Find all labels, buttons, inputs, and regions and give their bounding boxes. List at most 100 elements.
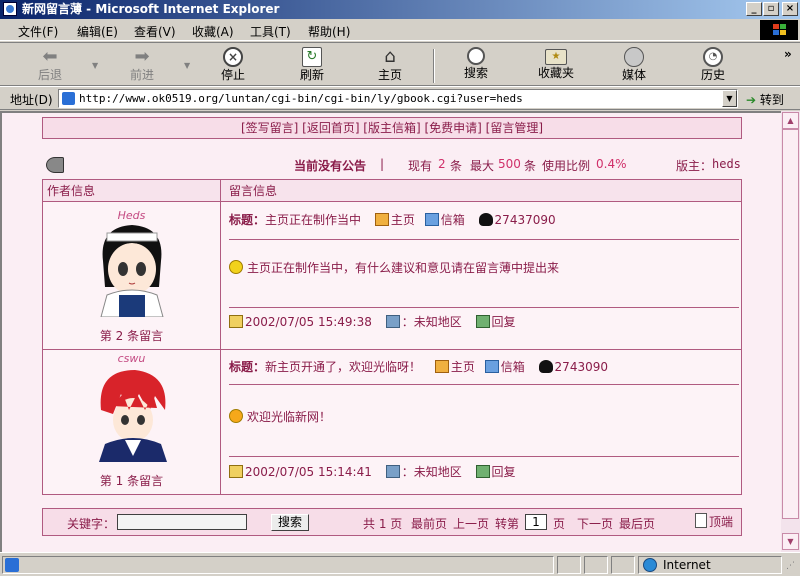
menu-bar: 文件(F) 编辑(E) 查看(V) 收藏(A) 工具(T) 帮助(H) — [0, 19, 800, 41]
next-page-link[interactable]: 下一页 — [577, 515, 613, 532]
stats-count: 2 — [438, 157, 446, 171]
back-dropdown-icon[interactable]: ▼ — [92, 61, 98, 70]
menu-view[interactable]: 查看(V) — [134, 23, 176, 40]
search-icon — [467, 47, 485, 65]
window-title: 新网留言薄 - Microsoft Internet Explorer — [22, 2, 280, 16]
guestbook-table: 作者信息 留言信息 Heds 第 2 条留言 标题：主页正在制作当中 主页 信箱… — [42, 179, 742, 495]
qq-link[interactable]: 27437090 — [478, 213, 556, 227]
body-divider — [229, 307, 739, 308]
header-author: 作者信息 — [47, 184, 96, 198]
post-location: ：未知地区 — [401, 315, 462, 329]
menu-favorites[interactable]: 收藏(A) — [192, 23, 234, 40]
first-page-link[interactable]: 最前页 — [411, 515, 447, 532]
goto-label: 转第 — [495, 517, 520, 531]
mail-icon — [424, 213, 439, 226]
status-cell — [611, 556, 635, 574]
admin-name[interactable]: heds — [712, 157, 741, 171]
zone-panel: Internet — [638, 556, 782, 574]
post-time-icon — [229, 315, 243, 328]
go-button[interactable]: ➔ 转到 — [746, 91, 784, 108]
qq-link[interactable]: 2743090 — [538, 360, 608, 374]
toolbar-separator — [433, 49, 435, 83]
favorites-button[interactable]: ★ 收藏夹 — [526, 47, 586, 85]
computer-icon — [385, 465, 400, 478]
address-url: http://www.ok0519.org/luntan/cgi-bin/cgi… — [79, 92, 523, 105]
history-button[interactable]: ◔ 历史 — [683, 47, 743, 85]
mail-icon — [484, 360, 499, 373]
resize-grip-icon[interactable]: ⋰ — [786, 561, 795, 571]
keyword-input[interactable] — [117, 514, 247, 530]
maximize-button[interactable]: ▫ — [763, 2, 779, 16]
address-label: 地址(D) — [10, 93, 53, 107]
home-button[interactable]: ⌂ 主页 — [360, 47, 420, 85]
minimize-button[interactable]: _ — [746, 2, 762, 16]
search-button[interactable]: 搜索 — [446, 47, 506, 85]
entry-number: 第 2 条留言 — [99, 329, 164, 343]
scroll-thumb[interactable] — [782, 129, 799, 519]
status-main — [2, 556, 554, 574]
post-time: 2002/07/05 15:14:41 — [245, 465, 372, 479]
smile-icon — [229, 260, 243, 274]
refresh-button[interactable]: ↻ 刷新 — [282, 47, 342, 85]
qq-penguin-icon — [478, 213, 493, 226]
media-icon — [624, 47, 644, 67]
favorites-icon: ★ — [545, 49, 567, 65]
status-cell — [584, 556, 608, 574]
media-button[interactable]: 媒体 — [604, 47, 664, 85]
forward-dropdown-icon[interactable]: ▼ — [184, 61, 190, 70]
back-button[interactable]: ⬅ 后退 — [20, 47, 80, 85]
title-label: 标题： — [229, 360, 266, 374]
keyword-label: 关键字： — [67, 517, 116, 531]
menu-file[interactable]: 文件(F) — [18, 23, 58, 40]
mail-link[interactable]: 信箱 — [424, 213, 465, 227]
stats-unit1: 条 — [450, 159, 463, 173]
mail-link[interactable]: 信箱 — [484, 360, 525, 374]
admin-label: 版主： — [676, 159, 713, 173]
table-row: Heds 第 2 条留言 标题：主页正在制作当中 主页 信箱 27437090 — [43, 203, 741, 349]
toolbar: ⬅ 后退 ▼ ➡ 前进 ▼ × 停止 ↻ 刷新 ⌂ 主页 搜索 ★ 收藏夹 媒体… — [0, 42, 800, 86]
address-dropdown-icon[interactable]: ▼ — [722, 90, 737, 107]
ie-icon — [3, 2, 17, 16]
stop-button[interactable]: × 停止 — [203, 47, 263, 85]
prev-page-link[interactable]: 上一页 — [453, 515, 489, 532]
body-divider — [229, 456, 739, 457]
search-submit-button[interactable]: 搜索 — [271, 514, 309, 531]
scroll-up-icon[interactable]: ▲ — [782, 112, 799, 129]
back-arrow-icon: ⬅ — [42, 46, 58, 67]
stop-icon: × — [223, 47, 243, 67]
home-link[interactable]: 主页 — [374, 213, 415, 227]
post-time-icon — [229, 465, 243, 478]
last-page-link[interactable]: 最后页 — [619, 515, 655, 532]
menu-tools[interactable]: 工具(T) — [250, 23, 291, 40]
post-time: 2002/07/05 15:49:38 — [245, 315, 372, 329]
message-title-line: 标题：新主页开通了，欢迎光临呀！ 主页 信箱 2743090 — [229, 358, 608, 375]
guestbook-nav[interactable]: [签写留言] [返回首页] [版主信箱] [免费申请] [留言管理] — [42, 117, 742, 139]
reply-link[interactable]: 回复 — [475, 315, 516, 329]
stats-max: 500 — [498, 157, 521, 171]
message-title: 主页正在制作当中 — [265, 213, 362, 227]
address-bar: 地址(D) http://www.ok0519.org/luntan/cgi-b… — [0, 86, 800, 110]
menu-edit[interactable]: 编辑(E) — [77, 23, 118, 40]
forward-button[interactable]: ➡ 前进 — [112, 47, 172, 85]
status-cell — [557, 556, 581, 574]
author-avatar — [100, 225, 164, 317]
close-button[interactable]: × — [782, 2, 798, 16]
history-icon: ◔ — [703, 47, 723, 67]
home-link[interactable]: 主页 — [434, 360, 475, 374]
top-link[interactable]: 顶端 — [695, 513, 733, 530]
scroll-down-icon[interactable]: ▼ — [782, 533, 799, 550]
page-icon — [62, 92, 75, 105]
forward-arrow-icon: ➡ — [134, 46, 150, 67]
document-icon — [695, 513, 707, 528]
stats-prefix: 现有 — [408, 159, 433, 173]
reply-link[interactable]: 回复 — [475, 465, 516, 479]
menu-help[interactable]: 帮助(H) — [308, 23, 350, 40]
address-input[interactable]: http://www.ok0519.org/luntan/cgi-bin/cgi… — [58, 89, 738, 108]
title-label: 标题： — [229, 213, 266, 227]
toolbar-more-chevron[interactable]: » — [784, 47, 792, 61]
page-number-input[interactable]: 1 — [525, 514, 547, 530]
announcement-text: 当前没有公告 — [294, 159, 367, 173]
status-bar: Internet ⋰ — [0, 552, 800, 576]
message-meta: 2002/07/05 15:14:41 ：未知地区 回复 — [229, 463, 516, 480]
vertical-scrollbar[interactable]: ▲ ▼ — [781, 111, 800, 552]
